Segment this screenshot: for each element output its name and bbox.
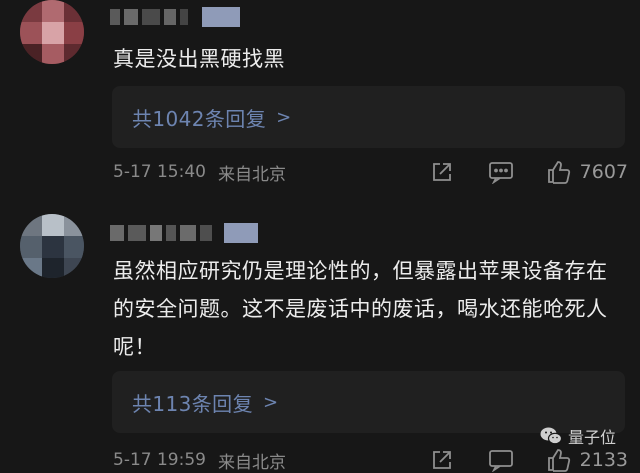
comment-meta: 5-17 19:59 来自北京 2133	[113, 447, 628, 473]
share-icon[interactable]	[430, 448, 454, 472]
reply-count: 共1042条回复	[132, 106, 267, 131]
comment-item: 真是没出黑硬找黑 共1042条回复 > 5-17 15:40 来自北京 7607	[0, 0, 640, 200]
like-count: 2133	[579, 449, 628, 471]
chevron-right-icon: >	[276, 106, 292, 128]
reply-count: 共113条回复	[132, 391, 253, 416]
comment-time: 5-17 15:40	[113, 162, 206, 182]
thumbs-up-icon[interactable]	[546, 159, 572, 185]
comment-icon[interactable]	[488, 448, 514, 472]
watermark-text: 量子位	[567, 428, 616, 447]
comment-text: 虽然相应研究仍是理论性的，但暴露出苹果设备存在的安全问题。这不是废话中的废话，喝…	[113, 259, 608, 359]
watermark: 量子位	[540, 424, 616, 448]
wechat-logo-icon	[540, 426, 562, 446]
thumbs-up-icon[interactable]	[546, 447, 572, 473]
chevron-right-icon: >	[262, 391, 279, 413]
view-replies-button[interactable]: 共1042条回复 >	[112, 86, 625, 148]
comment-location: 来自北京	[217, 452, 286, 473]
comment-location: 来自北京	[217, 164, 286, 185]
comment-time: 5-17 19:59	[113, 450, 206, 470]
comment-meta: 5-17 15:40 来自北京 7607	[113, 159, 628, 185]
share-icon[interactable]	[430, 160, 454, 184]
comment-text: 真是没出黑硬找黑	[113, 47, 285, 71]
avatar[interactable]	[20, 0, 84, 64]
avatar[interactable]	[20, 214, 84, 278]
comment-icon[interactable]	[488, 160, 514, 184]
like-count: 7607	[579, 161, 628, 183]
username-redacted[interactable]	[110, 222, 258, 244]
username-redacted[interactable]	[110, 6, 240, 28]
